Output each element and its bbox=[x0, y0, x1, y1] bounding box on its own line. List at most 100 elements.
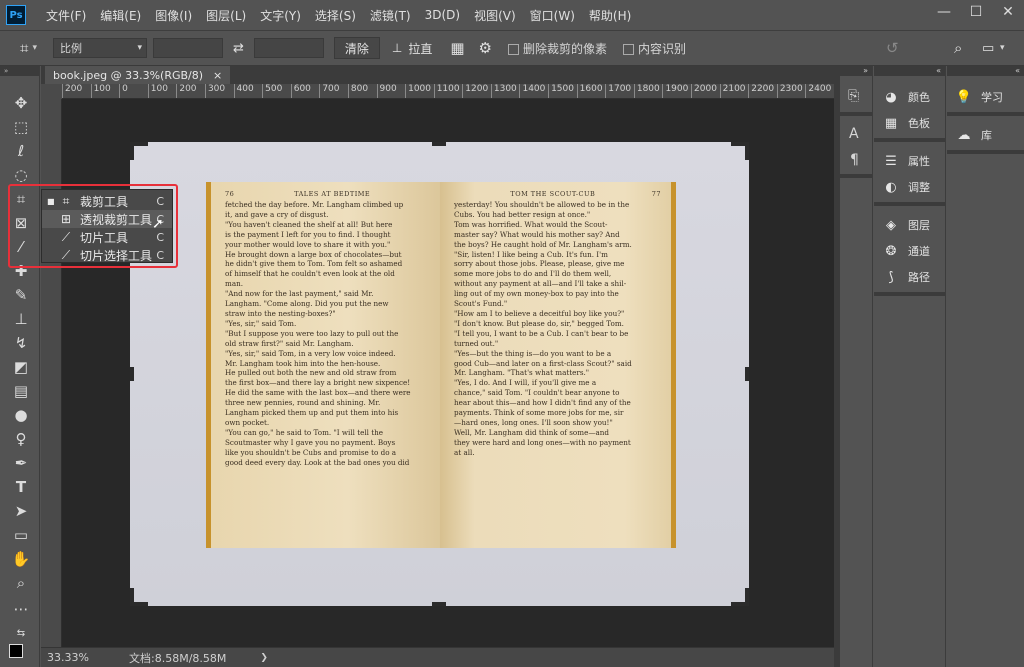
menu-help[interactable]: 帮助(H) bbox=[589, 7, 631, 24]
character-icon[interactable]: A bbox=[849, 126, 859, 142]
history-icon[interactable]: ⎘ bbox=[848, 88, 859, 104]
blur-tool-icon[interactable]: ● bbox=[8, 404, 34, 426]
panel-layers[interactable]: ◈ 图层 bbox=[882, 214, 930, 236]
reset-icon[interactable]: ↺ bbox=[886, 39, 899, 57]
zoom-tool-icon[interactable]: ⌕ bbox=[8, 572, 34, 594]
canvas-area[interactable]: 76 TALES AT BEDTIME fetched the day befo… bbox=[62, 99, 834, 647]
panel-channels[interactable]: ❂ 通道 bbox=[882, 240, 930, 262]
crop-handle-right[interactable] bbox=[745, 367, 749, 381]
panel-swatches[interactable]: ▦ 色板 bbox=[882, 112, 930, 134]
tab-close-icon[interactable]: × bbox=[213, 69, 222, 82]
panel-learn[interactable]: 💡 学习 bbox=[955, 86, 1003, 108]
crop-tool-preset-icon[interactable]: ⌗ bbox=[20, 39, 28, 57]
zoom-level[interactable]: 33.33% bbox=[47, 651, 107, 664]
crop-handle-left[interactable] bbox=[130, 367, 134, 381]
more-tools-icon[interactable]: ⋯ bbox=[8, 598, 34, 620]
marquee-tool-icon[interactable]: ⬚ bbox=[8, 116, 34, 138]
menu-window[interactable]: 窗口(W) bbox=[530, 7, 575, 24]
swap-colors-icon[interactable]: ⇆ bbox=[8, 622, 34, 644]
search-icon[interactable]: ⌕ bbox=[954, 39, 962, 57]
menu-image[interactable]: 图像(I) bbox=[155, 7, 192, 24]
panel-adjustments[interactable]: ◐ 调整 bbox=[882, 176, 930, 198]
delete-cropped-checkbox[interactable]: 删除裁剪的像素 bbox=[508, 40, 607, 57]
brush-tool-icon[interactable]: ✎ bbox=[8, 284, 34, 306]
frame-tool-icon[interactable]: ⊠ bbox=[8, 212, 34, 234]
close-button[interactable]: ✕ bbox=[992, 0, 1024, 24]
move-tool-icon[interactable]: ✥ bbox=[8, 92, 34, 114]
right-page-number: 77 bbox=[651, 190, 661, 198]
menu-type[interactable]: 文字(Y) bbox=[260, 7, 301, 24]
adjustments-icon: ◐ bbox=[885, 179, 897, 195]
crop-handle-bottom-left-v[interactable] bbox=[130, 588, 134, 606]
panel-color[interactable]: ◕ 颜色 bbox=[882, 86, 930, 108]
history-brush-tool-icon[interactable]: ↯ bbox=[8, 332, 34, 354]
tools-panel: » ✥ ⬚ ℓ ◌ ⌗ ⊠ ⁄ ✚ ✎ ⊥ ↯ ◩ ▤ ● ♀ ✒ T ➤ ▭ … bbox=[0, 66, 40, 667]
flyout-item-slice-select[interactable]: ⟋ 切片选择工具 C bbox=[42, 246, 172, 264]
crop-handle-top-left-v[interactable] bbox=[130, 142, 134, 160]
chevron-down-icon[interactable]: ▾ bbox=[32, 43, 37, 53]
menu-edit[interactable]: 编辑(E) bbox=[100, 7, 141, 24]
maximize-button[interactable]: ☐ bbox=[960, 0, 992, 24]
crop-tool-icon[interactable]: ⌗ bbox=[8, 188, 34, 210]
vertical-ruler bbox=[41, 99, 62, 647]
path-select-tool-icon[interactable]: ➤ bbox=[8, 500, 34, 522]
minimize-button[interactable]: — bbox=[928, 0, 960, 24]
crop-handle-bottom[interactable] bbox=[432, 602, 446, 606]
panel-libraries[interactable]: ☁ 库 bbox=[955, 124, 993, 146]
eyedropper-tool-icon[interactable]: ⁄ bbox=[8, 236, 34, 258]
menu-3d[interactable]: 3D(D) bbox=[425, 8, 460, 22]
menu-layer[interactable]: 图层(L) bbox=[206, 7, 246, 24]
gradient-tool-icon[interactable]: ▤ bbox=[8, 380, 34, 402]
hand-tool-icon[interactable]: ✋ bbox=[8, 548, 34, 570]
gear-icon[interactable]: ⚙ bbox=[479, 39, 492, 57]
menu-file[interactable]: 文件(F) bbox=[46, 7, 86, 24]
swap-icon[interactable]: ⇄ bbox=[233, 41, 244, 56]
active-bullet-icon: ■ bbox=[47, 196, 55, 206]
foreground-color-swatch[interactable] bbox=[9, 644, 23, 658]
quick-select-tool-icon[interactable]: ◌ bbox=[8, 164, 34, 186]
panel-properties[interactable]: ☰ 属性 bbox=[882, 150, 930, 172]
pen-tool-icon[interactable]: ✒ bbox=[8, 452, 34, 474]
panel-label: 调整 bbox=[908, 181, 930, 194]
workspace-icon[interactable]: ▭ bbox=[982, 41, 994, 56]
ruler-tick-label: 800 bbox=[347, 84, 368, 98]
panel-collapse-icon[interactable]: » bbox=[0, 66, 39, 76]
content-aware-checkbox[interactable]: 内容识别 bbox=[623, 40, 686, 57]
ratio-select[interactable]: 比例 ▾ bbox=[52, 38, 147, 58]
menu-view[interactable]: 视图(V) bbox=[474, 7, 516, 24]
chevron-down-icon[interactable]: ▾ bbox=[1000, 43, 1005, 53]
type-tool-icon[interactable]: T bbox=[8, 476, 34, 498]
crop-handle-top-right-v[interactable] bbox=[745, 142, 749, 160]
options-bar: ⌗ ▾ 比例 ▾ ⇄ 清除 ⊥ 拉直 ▦ ⚙ 删除裁剪的像素 内容识别 ↺ ⌕ … bbox=[0, 30, 1024, 66]
document-tab-title: book.jpeg @ 33.3%(RGB/8) bbox=[53, 68, 204, 82]
height-input[interactable] bbox=[253, 38, 324, 58]
width-input[interactable] bbox=[152, 38, 223, 58]
dodge-tool-icon[interactable]: ♀ bbox=[8, 428, 34, 450]
crop-handle-bottom-right-v[interactable] bbox=[745, 588, 749, 606]
straighten-label[interactable]: 拉直 bbox=[408, 40, 432, 57]
grid-overlay-icon[interactable]: ▦ bbox=[450, 39, 464, 57]
stamp-tool-icon[interactable]: ⊥ bbox=[8, 308, 34, 330]
paragraph-icon[interactable]: ¶ bbox=[850, 152, 859, 168]
crop-handle-top[interactable] bbox=[432, 142, 446, 146]
eraser-tool-icon[interactable]: ◩ bbox=[8, 356, 34, 378]
status-menu-arrow[interactable]: ❯ bbox=[260, 653, 268, 663]
menu-filter[interactable]: 滤镜(T) bbox=[370, 7, 411, 24]
palette-icon: ◕ bbox=[885, 89, 897, 105]
panel-paths[interactable]: ⟆ 路径 bbox=[882, 266, 930, 288]
crop-icon: ⌗ bbox=[62, 193, 70, 208]
healing-brush-tool-icon[interactable]: ✚ bbox=[8, 260, 34, 282]
panel-collapse-icon[interactable]: « bbox=[947, 66, 1024, 76]
clear-button[interactable]: 清除 bbox=[333, 37, 380, 59]
rectangle-tool-icon[interactable]: ▭ bbox=[8, 524, 34, 546]
panel-collapse-icon[interactable]: » bbox=[840, 66, 872, 76]
panel-divider bbox=[874, 292, 945, 296]
menu-select[interactable]: 选择(S) bbox=[315, 7, 356, 24]
panel-column-learn: « 💡 学习 ☁ 库 bbox=[947, 66, 1024, 667]
document-tab[interactable]: book.jpeg @ 33.3%(RGB/8) × bbox=[45, 66, 231, 84]
lasso-tool-icon[interactable]: ℓ bbox=[8, 140, 34, 162]
flyout-item-crop[interactable]: ■ ⌗ 裁剪工具 C bbox=[42, 192, 172, 210]
straighten-icon[interactable]: ⊥ bbox=[392, 41, 402, 55]
panel-collapse-icon[interactable]: « bbox=[874, 66, 945, 76]
perspective-crop-icon: ⊞ bbox=[60, 212, 72, 226]
